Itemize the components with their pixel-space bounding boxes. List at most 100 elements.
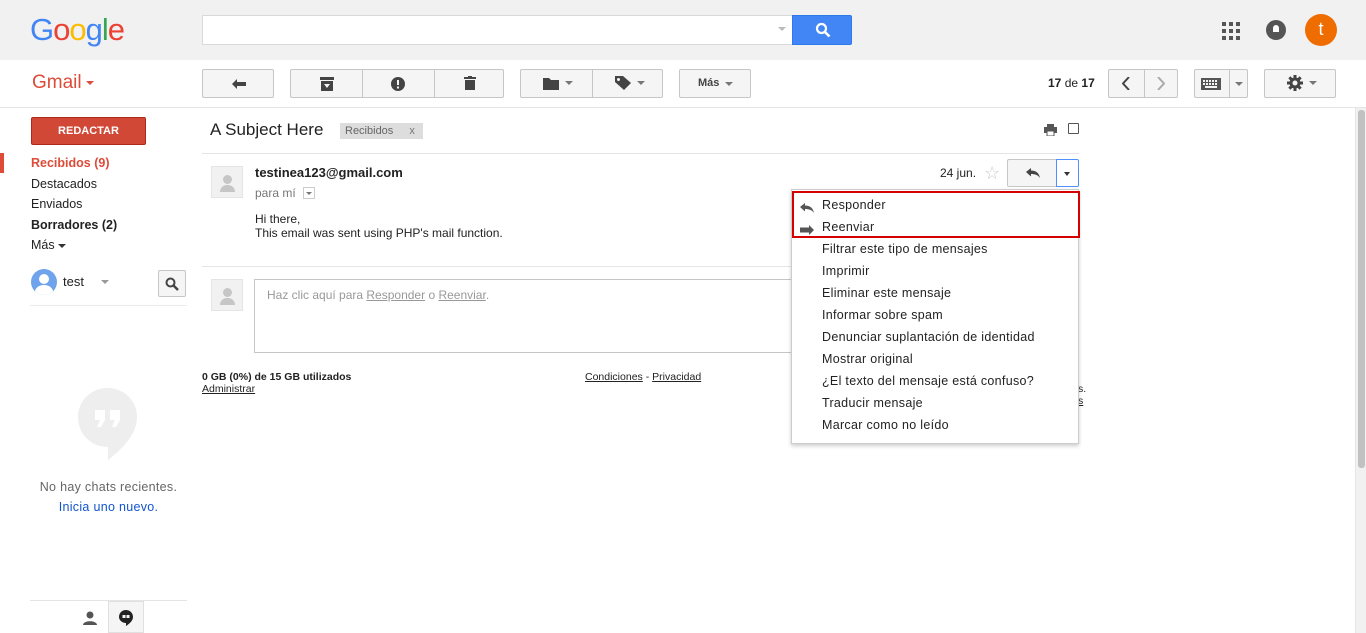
recipient-text: para mí [255, 186, 296, 200]
reply-icon [1026, 168, 1040, 178]
gear-icon [1287, 75, 1303, 91]
message-subject: A Subject Here [210, 120, 324, 139]
notifications-icon[interactable] [1266, 20, 1286, 40]
sidebar-item-inbox[interactable]: Recibidos (9) [31, 156, 110, 170]
sender-email[interactable]: testinea123@gmail.com [255, 165, 403, 180]
settings-button[interactable] [1264, 69, 1336, 98]
remove-label-button[interactable]: x [409, 125, 415, 137]
menu-item-print[interactable]: Imprimir [822, 264, 870, 278]
reply-button[interactable] [1007, 159, 1057, 187]
search-icon [165, 277, 179, 291]
older-button[interactable] [1145, 70, 1179, 97]
page-total: 17 [1081, 76, 1095, 90]
terms-link[interactable]: Condiciones [585, 371, 643, 383]
top-bar: Google t [0, 0, 1366, 60]
footer-link-separator: - [642, 371, 653, 383]
reply-link[interactable]: Responder [366, 288, 425, 302]
header-divider [0, 107, 1366, 108]
input-tools-dropdown[interactable] [1230, 70, 1249, 97]
reply-hint-suffix: . [485, 288, 490, 302]
search-icon [815, 22, 831, 38]
storage-usage: 0 GB (0%) de 15 GB utilizados [202, 371, 352, 383]
active-nav-indicator [0, 153, 4, 173]
sidebar-item-drafts[interactable]: Borradores (2) [31, 218, 117, 232]
sidebar-item-sent[interactable]: Enviados [31, 197, 82, 211]
menu-item-mark-unread[interactable]: Marcar como no leído [822, 418, 949, 432]
menu-item-translate[interactable]: Traducir mensaje [822, 396, 923, 410]
search-input[interactable] [202, 15, 793, 45]
chevron-down-icon [565, 81, 573, 85]
label-name[interactable]: Recibidos [345, 125, 393, 137]
sender-avatar [211, 166, 243, 198]
menu-item-report-spam[interactable]: Informar sobre spam [822, 308, 943, 322]
hangouts-tab[interactable] [108, 601, 144, 633]
label-tag-icon [615, 76, 631, 90]
reply-options-button[interactable] [1056, 159, 1079, 187]
menu-item-forward[interactable]: Reenviar [822, 220, 874, 234]
contacts-tab[interactable] [72, 601, 108, 633]
sidebar-item-more[interactable]: Más [31, 238, 67, 252]
search-options-icon[interactable] [778, 27, 786, 31]
more-button[interactable]: Más [679, 69, 751, 98]
newer-button[interactable] [1109, 70, 1144, 97]
user-name[interactable]: test [63, 274, 84, 289]
chevron-right-icon [1157, 77, 1165, 90]
search-button[interactable] [792, 15, 852, 45]
start-new-chat-link[interactable]: Inicia uno nuevo. [30, 500, 187, 514]
sidebar-divider [30, 305, 187, 306]
chevron-down-icon[interactable] [101, 280, 109, 284]
menu-item-delete[interactable]: Eliminar este mensaje [822, 286, 951, 300]
apps-grid-icon[interactable] [1222, 22, 1240, 40]
no-chats-text: No hay chats recientes. [39, 480, 178, 494]
message-body-line: This email was sent using PHP's mail fun… [255, 226, 503, 240]
hangouts-icon [78, 388, 137, 460]
print-icon[interactable] [1044, 124, 1057, 136]
chevron-down-icon[interactable] [86, 81, 94, 85]
new-window-icon[interactable] [1068, 123, 1079, 134]
footer-fragment-text: s. [1078, 383, 1087, 395]
keyboard-button[interactable] [1195, 70, 1229, 97]
scrollbar-thumb[interactable] [1358, 110, 1365, 468]
chevron-left-icon [1122, 77, 1130, 90]
reply-hint: Haz clic aquí para Responder o Reenviar. [267, 288, 489, 302]
menu-item-reply[interactable]: Responder [822, 198, 886, 212]
chevron-down-icon [725, 82, 733, 86]
labels-button[interactable] [593, 70, 664, 97]
spam-icon [391, 77, 405, 91]
menu-item-garbled-text[interactable]: ¿El texto del mensaje está confuso? [822, 374, 1034, 388]
sidebar-more-label: Más [31, 238, 55, 252]
user-avatar[interactable] [31, 269, 57, 295]
reply-icon [800, 203, 814, 213]
hangouts-icon [119, 610, 133, 626]
star-icon[interactable]: ☆ [984, 163, 1000, 184]
organize-button-group [520, 69, 663, 98]
my-avatar [211, 279, 243, 311]
chat-search-button[interactable] [158, 270, 186, 297]
manage-storage-link[interactable]: Administrar [202, 383, 255, 395]
sidebar-item-starred[interactable]: Destacados [31, 177, 97, 191]
folder-icon [543, 78, 559, 90]
input-tools-group [1194, 69, 1248, 98]
subject-divider [202, 153, 1079, 154]
chevron-down-icon [1235, 82, 1243, 86]
forward-link[interactable]: Reenviar [438, 288, 485, 302]
move-to-button[interactable] [521, 70, 592, 97]
report-spam-button[interactable] [363, 70, 434, 97]
back-button[interactable] [202, 69, 274, 98]
gmail-menu[interactable]: Gmail [32, 72, 82, 94]
menu-item-show-original[interactable]: Mostrar original [822, 352, 913, 366]
reply-hint-prefix: Haz clic aquí para [267, 288, 367, 302]
show-details-button[interactable] [303, 187, 315, 199]
google-logo[interactable]: Google [30, 12, 125, 48]
menu-item-filter[interactable]: Filtrar este tipo de mensajes [822, 242, 988, 256]
keyboard-icon [1201, 78, 1221, 90]
page-scrollbar[interactable] [1355, 108, 1366, 633]
menu-item-report-phishing[interactable]: Denunciar suplantación de identidad [822, 330, 1035, 344]
account-avatar[interactable]: t [1305, 14, 1337, 46]
privacy-link[interactable]: Privacidad [652, 371, 701, 383]
actions-button-group [290, 69, 504, 98]
page-separator: de [1064, 76, 1079, 90]
archive-button[interactable] [291, 70, 362, 97]
delete-button[interactable] [435, 70, 505, 97]
compose-button[interactable]: REDACTAR [31, 117, 146, 145]
